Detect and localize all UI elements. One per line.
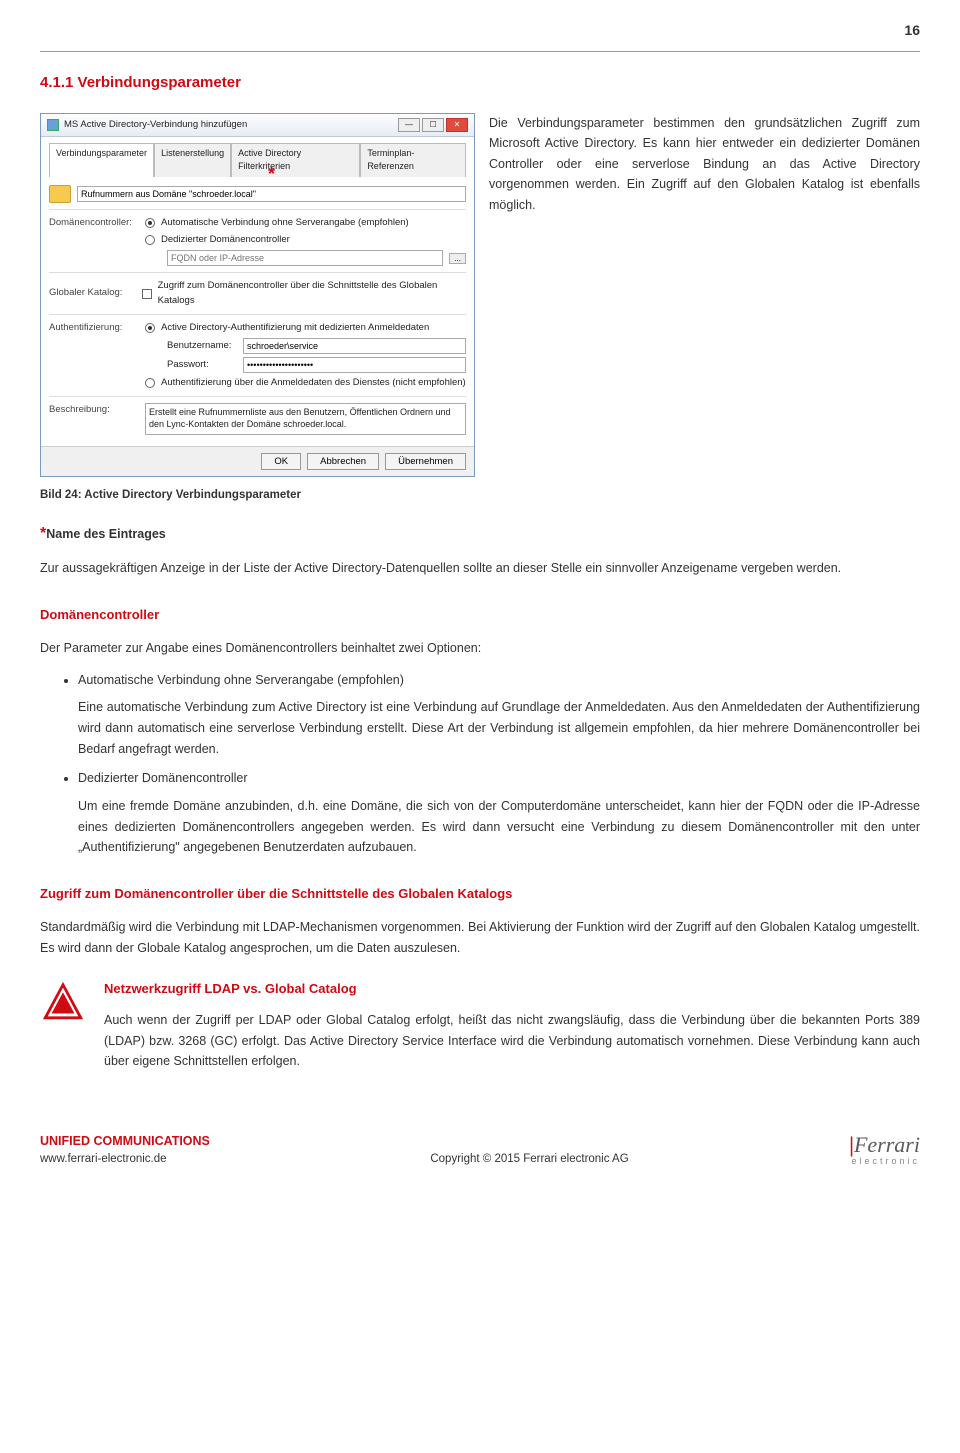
auth-label: Authentifizierung:	[49, 321, 139, 335]
note-text: Auch wenn der Zugriff per LDAP oder Glob…	[104, 1010, 920, 1072]
tab-schedule[interactable]: Terminplan-Referenzen	[360, 143, 466, 177]
desc-label: Beschreibung:	[49, 403, 139, 417]
dialog-titlebar: MS Active Directory-Verbindung hinzufüge…	[41, 114, 474, 137]
auth-radio-service[interactable]	[145, 378, 155, 388]
figure-caption: Bild 24: Active Directory Verbindungspar…	[40, 487, 920, 504]
footer-url: www.ferrari-electronic.de	[40, 1151, 210, 1168]
tab-list[interactable]: Listenerstellung	[154, 143, 231, 177]
footer-uc: UNIFIED COMMUNICATIONS	[40, 1132, 210, 1151]
dc-lead: Der Parameter zur Angabe eines Domänenco…	[40, 638, 920, 659]
dc-radio-dedicated[interactable]	[145, 235, 155, 245]
note-heading: Netzwerkzugriff LDAP vs. Global Catalog	[104, 979, 920, 999]
dialog-window: MS Active Directory-Verbindung hinzufüge…	[40, 113, 475, 477]
minimize-icon[interactable]: —	[398, 118, 420, 132]
asterisk-marker: *	[268, 161, 275, 188]
warning-icon	[40, 979, 86, 1031]
dc-heading: Domänencontroller	[40, 605, 920, 625]
gk-label: Globaler Katalog:	[49, 286, 136, 300]
dc-item-dedicated-text: Um eine fremde Domäne anzubinden, d.h. e…	[78, 796, 920, 858]
password-input[interactable]	[243, 357, 466, 373]
section-title: 4.1.1 Verbindungsparameter	[40, 72, 920, 95]
fqdn-input	[167, 250, 443, 266]
dc-radio-auto[interactable]	[145, 218, 155, 228]
dc-item-auto: Automatische Verbindung ohne Serverangab…	[78, 671, 920, 760]
dc-item-auto-title: Automatische Verbindung ohne Serverangab…	[78, 673, 404, 687]
auth-opt-service: Authentifizierung über die Anmeldedaten …	[161, 376, 466, 390]
gk-checkbox[interactable]	[142, 289, 152, 299]
close-icon[interactable]: ✕	[446, 118, 468, 132]
dc-item-dedicated-title: Dedizierter Domänencontroller	[78, 771, 248, 785]
footer-copyright: Copyright © 2015 Ferrari electronic AG	[430, 1151, 628, 1168]
tab-filter[interactable]: Active Directory Filterkriterien	[231, 143, 360, 177]
footer-logo: |Ferrari electronic	[849, 1135, 920, 1168]
dc-item-auto-text: Eine automatische Verbindung zum Active …	[78, 697, 920, 759]
auth-opt-dedicated: Active Directory-Authentifizierung mit d…	[161, 321, 429, 335]
folder-icon	[49, 185, 71, 203]
pass-label: Passwort:	[167, 358, 237, 372]
dc-opt-dedicated: Dedizierter Domänencontroller	[161, 233, 290, 247]
dc-opt-auto: Automatische Verbindung ohne Serverangab…	[161, 216, 409, 230]
cancel-button[interactable]: Abbrechen	[307, 453, 379, 470]
name-input[interactable]	[77, 186, 466, 202]
gk-text: Standardmäßig wird die Verbindung mit LD…	[40, 917, 920, 958]
page-number: 16	[40, 0, 920, 51]
dialog-tabs: Verbindungsparameter Listenerstellung Ac…	[49, 143, 466, 177]
username-input[interactable]	[243, 338, 466, 354]
auth-radio-dedicated[interactable]	[145, 323, 155, 333]
dc-label: Domänencontroller:	[49, 216, 139, 230]
name-entry-heading: *Name des Eintrages	[40, 522, 920, 546]
browse-button[interactable]: ...	[449, 253, 466, 264]
maximize-icon[interactable]: ☐	[422, 118, 444, 132]
ok-button[interactable]: OK	[261, 453, 301, 470]
name-entry-text: Zur aussagekräftigen Anzeige in der List…	[40, 558, 920, 579]
apply-button[interactable]: Übernehmen	[385, 453, 466, 470]
dialog-title: MS Active Directory-Verbindung hinzufüge…	[64, 118, 247, 132]
user-label: Benutzername:	[167, 339, 237, 353]
description-input[interactable]: Erstellt eine Rufnummernliste aus den Be…	[145, 403, 466, 434]
intro-paragraph: Die Verbindungsparameter bestimmen den g…	[489, 113, 920, 477]
gk-opt: Zugriff zum Domänencontroller über die S…	[158, 279, 466, 308]
top-divider	[40, 51, 920, 52]
dc-item-dedicated: Dedizierter Domänencontroller Um eine fr…	[78, 769, 920, 858]
window-icon	[47, 119, 59, 131]
gk-heading: Zugriff zum Domänencontroller über die S…	[40, 884, 920, 904]
tab-connection[interactable]: Verbindungsparameter	[49, 143, 154, 177]
